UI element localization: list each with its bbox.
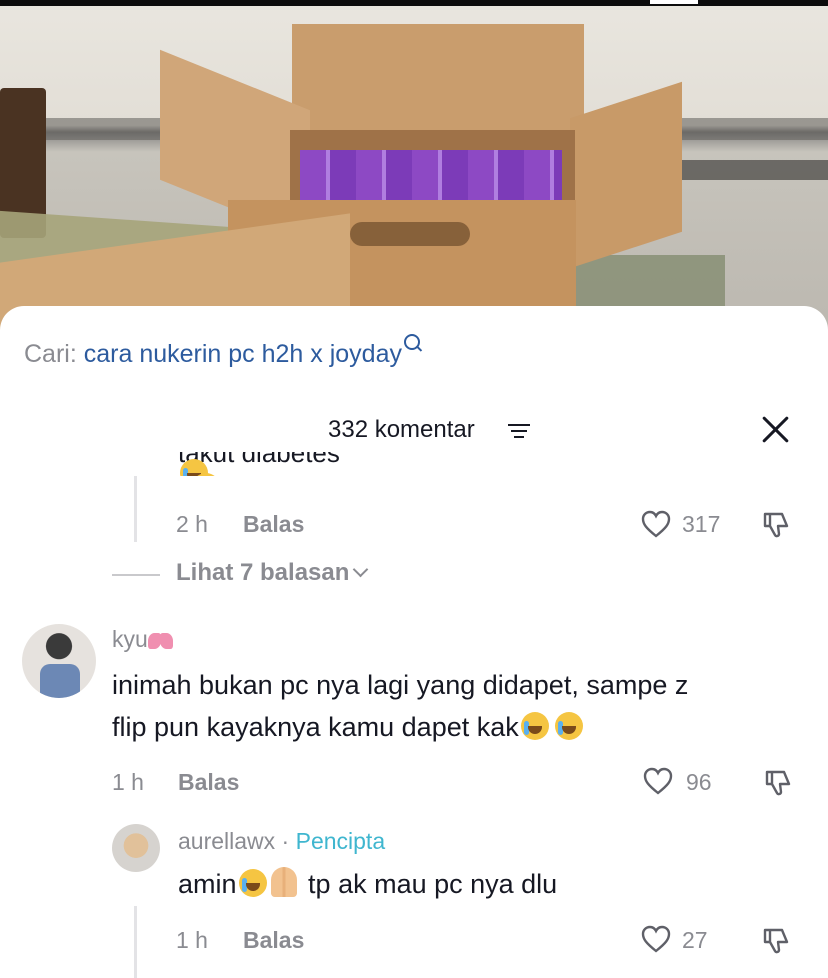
separator-dot: · <box>281 828 290 854</box>
reply-button[interactable]: Balas <box>178 769 239 796</box>
like-count: 96 <box>686 769 712 795</box>
reply-text-start: amin <box>178 869 237 899</box>
heart-icon[interactable] <box>642 766 674 796</box>
search-icon[interactable] <box>404 334 420 350</box>
praying-hands-emoji <box>270 867 297 897</box>
dislike-icon[interactable] <box>760 508 792 540</box>
username-text: kyu <box>112 626 148 652</box>
avatar[interactable] <box>22 624 96 698</box>
filter-icon[interactable] <box>508 424 530 440</box>
reply-button[interactable]: Balas <box>243 511 304 538</box>
like-count: 317 <box>682 511 721 537</box>
crying-emoji <box>238 869 267 897</box>
heart-icon[interactable] <box>640 509 672 539</box>
comments-header: 332 komentar <box>0 414 828 446</box>
close-icon[interactable] <box>760 414 792 446</box>
dislike-icon[interactable] <box>760 924 792 956</box>
username-text: aurellawx <box>178 828 276 854</box>
comment-username[interactable]: kyu <box>112 626 170 653</box>
search-query[interactable]: cara nukerin pc h2h x joyday <box>84 340 402 368</box>
comment-text-line2-text: flip pun kayaknya kamu dapet kak <box>112 712 519 742</box>
comments-sheet: Cari: cara nukerin pc h2h x joyday 332 k… <box>0 306 828 978</box>
comment-text: inimah bukan pc nya lagi yang didapet, s… <box>112 664 688 748</box>
comment-text-line1: inimah bukan pc nya lagi yang didapet, s… <box>112 670 689 700</box>
reply-time: 1 h <box>176 927 208 953</box>
video-background <box>0 0 828 330</box>
box-logo <box>350 222 470 246</box>
reply-text: takut diabetes <box>178 452 340 468</box>
comment-count: 332 komentar <box>328 416 475 443</box>
like-count: 27 <box>682 927 708 953</box>
status-indicator <box>650 0 698 4</box>
reply-thread-line <box>134 906 137 978</box>
search-label: Cari: <box>24 340 77 368</box>
reply-text-end: tp ak mau pc nya dlu <box>308 869 558 899</box>
avatar[interactable] <box>112 824 160 872</box>
search-suggestion[interactable]: Cari: cara nukerin pc h2h x joyday <box>24 334 420 369</box>
reply-time: 2 h <box>176 511 208 537</box>
chevron-down-icon <box>353 561 369 578</box>
ribbon-emoji <box>147 633 170 649</box>
status-bar-strip <box>0 0 828 6</box>
comment-time: 1 h <box>112 769 144 795</box>
heart-icon[interactable] <box>640 924 672 954</box>
comment-text-line2: flip pun kayaknya kamu dapet kak <box>112 706 688 748</box>
view-replies-button[interactable]: Lihat 7 balasan <box>176 559 369 587</box>
view-replies-label: Lihat 7 balasan <box>176 559 350 586</box>
crying-emoji <box>554 712 583 740</box>
crying-emoji <box>520 712 549 740</box>
reply-text: amin tp ak mau pc nya dlu <box>178 863 557 905</box>
box-right-flap <box>570 81 682 269</box>
reply-thread-line <box>134 476 137 542</box>
creator-badge: Pencipta <box>295 828 386 854</box>
reply-text-cutoff: takut diabetes <box>178 452 478 476</box>
dislike-icon[interactable] <box>762 766 794 798</box>
reply-button[interactable]: Balas <box>243 927 304 954</box>
reply-username[interactable]: aurellawx · Pencipta <box>178 828 385 855</box>
view-replies-line <box>112 574 160 576</box>
